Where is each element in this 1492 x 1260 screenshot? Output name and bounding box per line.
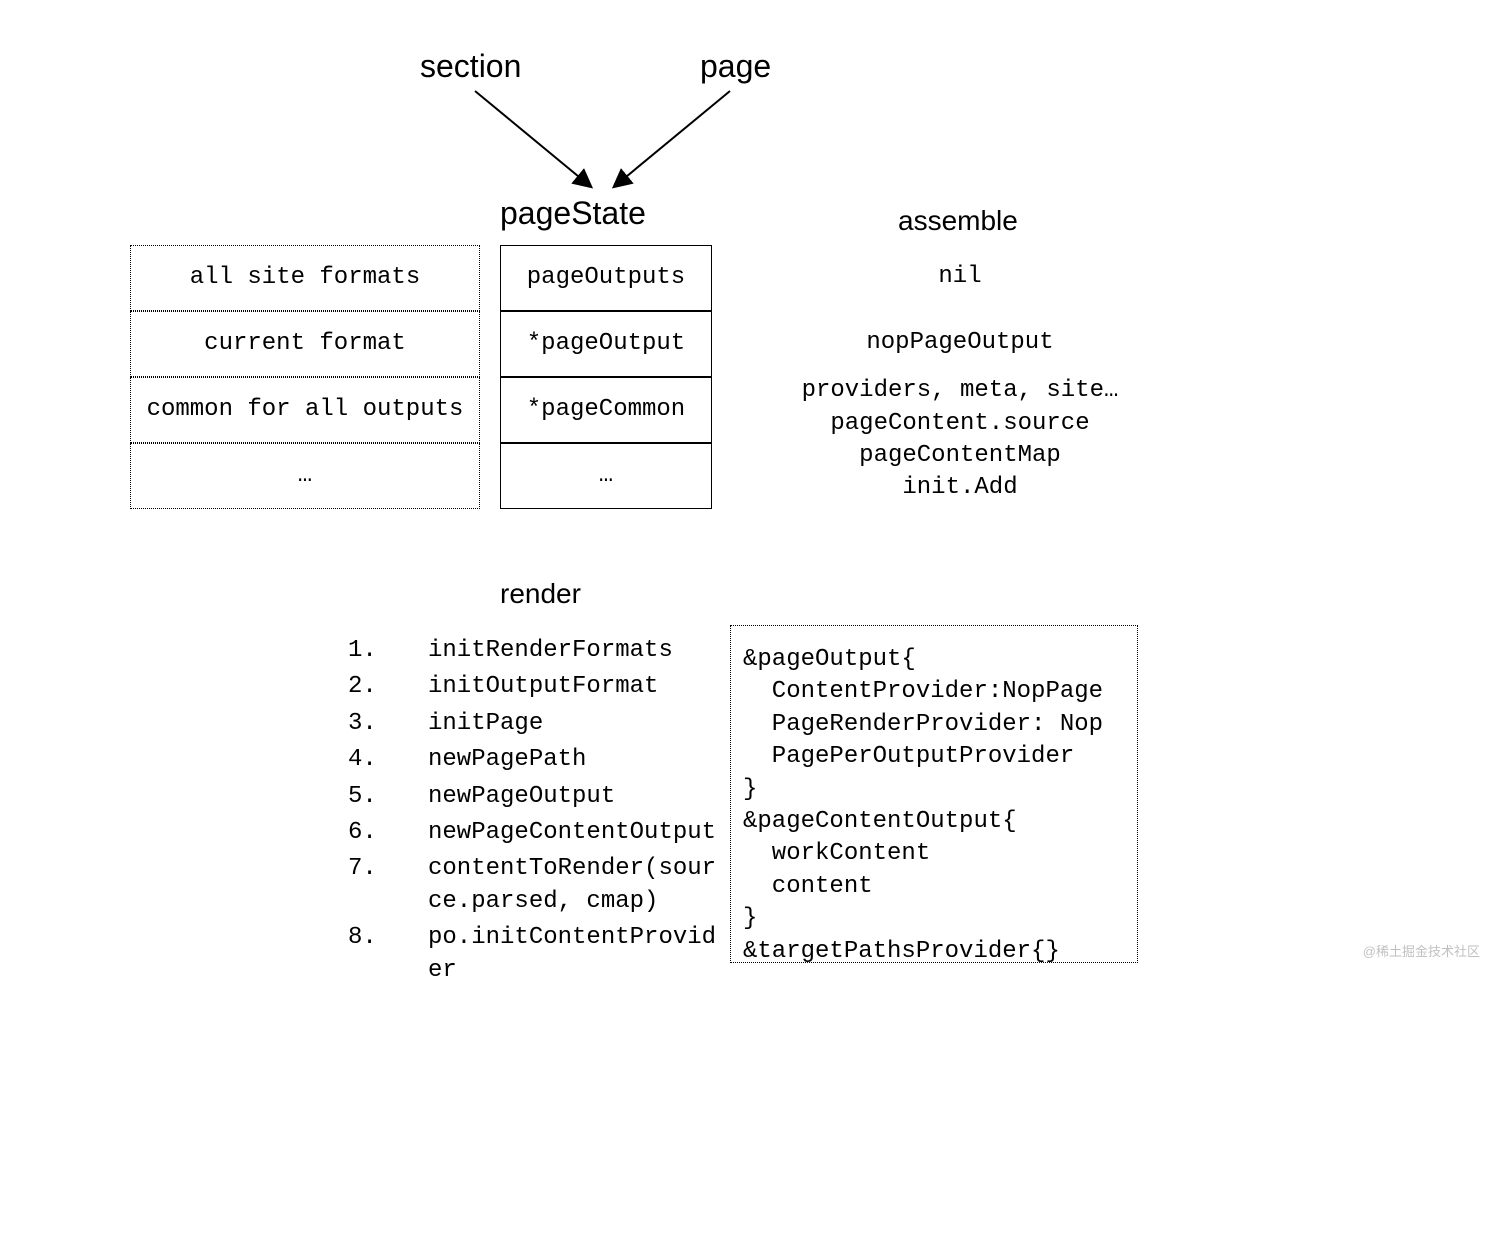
render-step: 8.po.initContentProvider: [348, 922, 728, 987]
title-pagestate: pageState: [500, 195, 646, 232]
step-text: newPagePath: [428, 744, 728, 776]
step-number: 8.: [348, 922, 428, 987]
arrows-to-pagestate: [420, 86, 760, 196]
assemble-val-2: providers, meta, site… pageContent.sourc…: [760, 370, 1160, 510]
pagestate-desc-2: common for all outputs: [130, 377, 480, 443]
step-text: initRenderFormats: [428, 635, 728, 667]
pagestate-field-2: *pageCommon: [500, 377, 712, 443]
diagram-canvas: section page pageState assemble all site…: [0, 0, 1492, 1260]
render-step: 5.newPageOutput: [348, 781, 728, 813]
struct-code: &pageOutput{ ContentProvider:NopPage Pag…: [743, 644, 1119, 963]
watermark: @稀土掘金技术社区: [1363, 941, 1480, 960]
pagestate-desc-1: current format: [130, 311, 480, 377]
step-number: 4.: [348, 744, 428, 776]
pagestate-desc-3: …: [130, 443, 480, 509]
render-step: 7.contentToRender(source.parsed, cmap): [348, 853, 728, 918]
label-page: page: [700, 48, 771, 85]
cell-text: nil: [938, 261, 981, 293]
title-assemble: assemble: [898, 205, 1018, 237]
render-step: 2.initOutputFormat: [348, 671, 728, 703]
cell-text: common for all outputs: [147, 394, 464, 426]
pagestate-field-3: …: [500, 443, 712, 509]
step-text: po.initContentProvider: [428, 922, 728, 987]
step-text: initOutputFormat: [428, 671, 728, 703]
step-number: 2.: [348, 671, 428, 703]
cell-text: all site formats: [190, 262, 420, 294]
struct-code-box: &pageOutput{ ContentProvider:NopPage Pag…: [730, 625, 1138, 963]
step-text: contentToRender(source.parsed, cmap): [428, 853, 728, 918]
pagestate-desc-0: all site formats: [130, 245, 480, 311]
pagestate-field-0: pageOutputs: [500, 245, 712, 311]
render-steps-list: 1.initRenderFormats 2.initOutputFormat 3…: [348, 635, 728, 991]
step-number: 6.: [348, 817, 428, 849]
cell-text: …: [599, 460, 613, 492]
step-text: newPageOutput: [428, 781, 728, 813]
step-number: 3.: [348, 708, 428, 740]
step-number: 5.: [348, 781, 428, 813]
step-text: initPage: [428, 708, 728, 740]
assemble-val-1: nopPageOutput: [760, 311, 1160, 375]
cell-text: *pageCommon: [527, 394, 685, 426]
cell-text: current format: [204, 328, 406, 360]
title-render: render: [500, 578, 581, 610]
cell-text: …: [298, 460, 312, 492]
step-number: 1.: [348, 635, 428, 667]
render-step: 6.newPageContentOutput: [348, 817, 728, 849]
step-number: 7.: [348, 853, 428, 918]
pagestate-field-1: *pageOutput: [500, 311, 712, 377]
cell-text: pageOutputs: [527, 262, 685, 294]
cell-text: nopPageOutput: [866, 327, 1053, 359]
render-step: 1.initRenderFormats: [348, 635, 728, 667]
cell-text: *pageOutput: [527, 328, 685, 360]
render-step: 3.initPage: [348, 708, 728, 740]
cell-text: providers, meta, site… pageContent.sourc…: [802, 375, 1119, 505]
render-step: 4.newPagePath: [348, 744, 728, 776]
label-section: section: [420, 48, 521, 85]
step-text: newPageContentOutput: [428, 817, 728, 849]
assemble-val-0: nil: [760, 245, 1160, 309]
